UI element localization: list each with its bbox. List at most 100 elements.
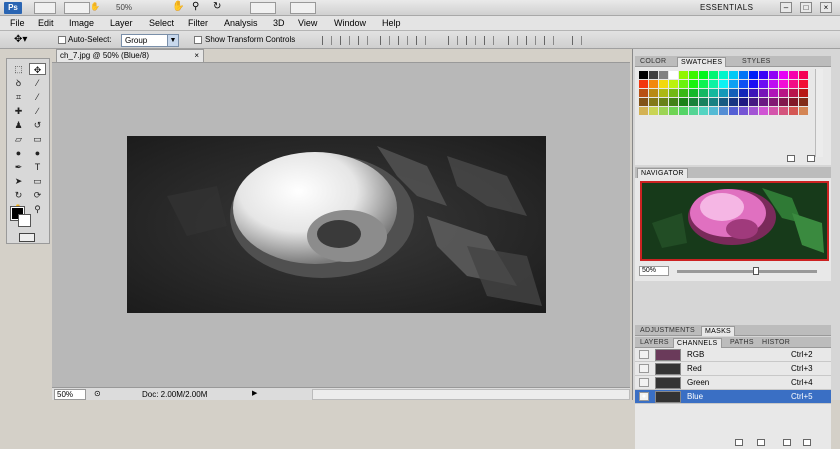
tab-channels[interactable]: CHANNELS — [673, 338, 722, 348]
screen-mode-button[interactable] — [290, 2, 316, 14]
history-brush-tool-icon[interactable]: ↺ — [29, 119, 46, 131]
bridge-button[interactable] — [34, 2, 56, 14]
color-swatch[interactable] — [779, 89, 788, 97]
tab-adjustments[interactable]: ADJUSTMENTS — [637, 326, 698, 336]
new-swatch-icon[interactable] — [787, 155, 795, 162]
color-swatch[interactable] — [739, 71, 748, 79]
menu-image[interactable]: Image — [69, 18, 94, 28]
type-tool-icon[interactable]: T — [29, 161, 46, 173]
color-swatch[interactable] — [709, 80, 718, 88]
align-right-icon[interactable] — [416, 36, 426, 45]
color-swatch[interactable] — [709, 71, 718, 79]
color-swatch[interactable] — [689, 98, 698, 106]
navigator-zoom-slider[interactable] — [677, 267, 817, 275]
color-swatch[interactable] — [699, 80, 708, 88]
visibility-toggle[interactable] — [639, 364, 649, 373]
color-swatch[interactable] — [739, 89, 748, 97]
tab-navigator[interactable]: NAVIGATOR — [637, 168, 688, 178]
color-swatch[interactable] — [649, 89, 658, 97]
status-info-icon[interactable]: ⊙ — [94, 389, 101, 398]
color-swatch[interactable] — [769, 71, 778, 79]
color-swatch[interactable] — [739, 107, 748, 115]
auto-select-target-dropdown[interactable]: Group ▼ — [121, 34, 179, 47]
color-swatch[interactable] — [659, 89, 668, 97]
menu-3d[interactable]: 3D — [273, 18, 285, 28]
lasso-tool-icon[interactable]: ꝺ — [10, 77, 27, 89]
workspace-switcher[interactable]: ESSENTIALS — [700, 3, 753, 12]
minimize-icon[interactable]: – — [780, 2, 792, 13]
view-extras-button[interactable] — [64, 2, 90, 14]
color-swatch[interactable] — [779, 71, 788, 79]
color-swatch[interactable] — [699, 98, 708, 106]
color-swatch[interactable] — [679, 89, 688, 97]
color-swatch[interactable] — [669, 71, 678, 79]
eraser-tool-icon[interactable]: ▱ — [10, 133, 27, 145]
color-swatch[interactable] — [729, 107, 738, 115]
image-canvas[interactable] — [127, 136, 546, 313]
color-swatch[interactable] — [709, 98, 718, 106]
menu-file[interactable]: File — [10, 18, 25, 28]
color-swatch[interactable] — [789, 98, 798, 106]
color-swatch[interactable] — [679, 80, 688, 88]
navigator-zoom-knob[interactable] — [753, 267, 759, 275]
color-swatch[interactable] — [689, 71, 698, 79]
document-tab[interactable]: ch_7.jpg @ 50% (Blue/8) × — [56, 49, 204, 62]
color-swatch[interactable] — [759, 89, 768, 97]
new-channel-icon[interactable] — [783, 439, 791, 446]
color-swatch[interactable] — [739, 98, 748, 106]
auto-align-layers-icon[interactable] — [572, 36, 582, 45]
distribute-hcenter-icon[interactable] — [526, 36, 536, 45]
save-selection-icon[interactable] — [757, 439, 765, 446]
menu-filter[interactable]: Filter — [188, 18, 208, 28]
color-swatch[interactable] — [799, 89, 808, 97]
color-swatch[interactable] — [789, 107, 798, 115]
color-swatch[interactable] — [719, 98, 728, 106]
navigator-thumbnail[interactable] — [640, 181, 829, 261]
color-swatch[interactable] — [689, 80, 698, 88]
color-swatch[interactable] — [789, 71, 798, 79]
color-swatch[interactable] — [759, 71, 768, 79]
color-swatch[interactable] — [799, 98, 808, 106]
color-swatch[interactable] — [759, 98, 768, 106]
color-swatch[interactable] — [699, 71, 708, 79]
distribute-top-icon[interactable] — [448, 36, 458, 45]
hand-icon[interactable]: ✋ — [172, 1, 184, 12]
color-swatch[interactable] — [639, 71, 648, 79]
color-swatch[interactable] — [719, 89, 728, 97]
tab-color[interactable]: COLOR — [637, 57, 669, 67]
color-swatch[interactable] — [729, 98, 738, 106]
move-tool-preset-icon[interactable]: ✥▾ — [14, 34, 27, 45]
color-swatch[interactable] — [779, 107, 788, 115]
color-swatch[interactable] — [659, 71, 668, 79]
navigator-zoom-field[interactable]: 50% — [639, 266, 669, 276]
distribute-bottom-icon[interactable] — [484, 36, 494, 45]
arrange-documents-button[interactable] — [250, 2, 276, 14]
color-swatch[interactable] — [789, 80, 798, 88]
color-swatch[interactable] — [689, 107, 698, 115]
color-swatch[interactable] — [639, 89, 648, 97]
horizontal-scrollbar[interactable] — [312, 389, 630, 400]
menu-window[interactable]: Window — [334, 18, 366, 28]
menu-help[interactable]: Help — [382, 18, 401, 28]
color-swatch[interactable] — [649, 80, 658, 88]
align-vcenter-icon[interactable] — [340, 36, 350, 45]
color-swatch[interactable] — [709, 107, 718, 115]
gradient-tool-icon[interactable]: ▭ — [29, 133, 46, 145]
eyedropper-tool-icon[interactable]: ⁄ — [29, 91, 46, 103]
color-swatch[interactable] — [779, 98, 788, 106]
auto-select-checkbox[interactable] — [58, 36, 66, 44]
close-document-icon[interactable]: × — [194, 50, 199, 62]
healing-brush-tool-icon[interactable]: ✚ — [10, 105, 27, 117]
marquee-tool-icon[interactable]: ⬚ — [10, 63, 27, 75]
color-swatch[interactable] — [779, 80, 788, 88]
color-swatch[interactable] — [649, 107, 658, 115]
color-swatch[interactable] — [769, 98, 778, 106]
menu-edit[interactable]: Edit — [38, 18, 54, 28]
zoom-icon[interactable]: ⚲ — [192, 1, 199, 12]
color-swatch[interactable] — [669, 80, 678, 88]
color-swatch[interactable] — [659, 98, 668, 106]
color-swatch[interactable] — [799, 71, 808, 79]
3d-orbit-tool-icon[interactable]: ⟳ — [29, 189, 46, 201]
3d-rotate-tool-icon[interactable]: ↻ — [10, 189, 27, 201]
color-swatch[interactable] — [709, 89, 718, 97]
